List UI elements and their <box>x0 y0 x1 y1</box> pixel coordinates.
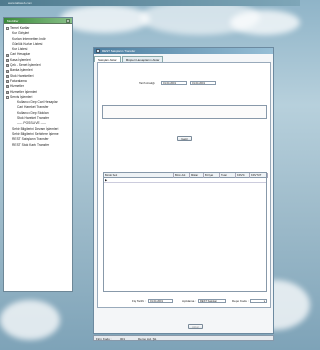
firm-code-label: Firm Kodu : <box>96 337 112 341</box>
firm-name-value: Demo Ltd. Şti. <box>138 337 158 341</box>
tree-item-label: REST Stok Kartı Transfer <box>12 142 50 147</box>
table-row[interactable]: ▶ <box>104 178 266 183</box>
date-to-input[interactable]: 01.04.2019 <box>190 81 216 85</box>
chevron-down-icon: ▾ <box>263 300 265 303</box>
receipt-date-input[interactable]: 01.04.2019 <box>148 299 173 303</box>
expand-icon[interactable]: + <box>6 85 9 89</box>
cloud-decoration <box>0 300 60 340</box>
window-icon <box>96 49 100 53</box>
expand-icon[interactable]: + <box>6 58 9 62</box>
expand-icon[interactable]: + <box>6 74 9 78</box>
firm-code-value: 001 <box>120 337 126 341</box>
warehouse-label: Depo Kodu : <box>232 299 249 303</box>
module-tree: - Temel Kartlar Kur Girişleri Kurları Inter… <box>4 24 72 148</box>
sales-grid[interactable]: Bordo Seri Birim Adı Miktar B.Fiyat Tuta… <box>103 172 268 292</box>
collapse-icon[interactable]: - <box>6 96 9 99</box>
expand-icon[interactable]: + <box>6 80 9 84</box>
tree-item[interactable]: REST Stok Kartı Transfer <box>6 143 71 148</box>
module-tree-panel: Modüller × - Temel Kartlar Kur Girişleri Ku… <box>3 17 73 292</box>
cloud-decoration <box>230 10 300 35</box>
window-title-bar: REST Satışların Transfer <box>94 48 273 54</box>
collapse-icon[interactable]: - <box>6 27 9 31</box>
info-panel <box>102 105 267 119</box>
app-title-bar: www.tabiweb.com <box>0 0 300 6</box>
date-from-input[interactable]: 01.04.2019 <box>161 81 187 85</box>
transfer-window: REST Satışların Transfer Satışları Aktar… <box>93 47 274 334</box>
description-input[interactable]: REST Satışları <box>198 299 226 303</box>
status-bar: Firm Kodu : 001 Demo Ltd. Şti. <box>93 335 274 341</box>
expand-icon[interactable]: + <box>6 64 9 68</box>
module-tree-title: Modüller <box>7 19 19 23</box>
date-range-label: Tarih Aralığı <box>139 81 155 85</box>
app-title: www.tabiweb.com <box>8 1 33 5</box>
cloud-decoration <box>60 5 150 33</box>
expand-icon[interactable]: + <box>6 69 9 73</box>
module-tree-header: Modüller × <box>4 18 72 24</box>
expand-icon[interactable]: + <box>6 53 9 57</box>
warehouse-select[interactable]: ▾ <box>250 299 267 303</box>
row-pointer-icon: ▶ <box>105 178 108 182</box>
receipt-date-label: Fiş Tarihi : <box>132 299 146 303</box>
window-title: REST Satışların Transfer <box>102 49 136 53</box>
expand-icon[interactable]: + <box>6 90 9 94</box>
close-icon[interactable]: × <box>66 19 70 23</box>
tab-content: Tarih Aralığı 01.04.2019 01.04.2019 Geti… <box>97 62 271 308</box>
description-label: Açıklama : <box>182 299 197 303</box>
load-button[interactable]: Getir <box>177 136 192 141</box>
transfer-button[interactable]: Aktar <box>188 324 203 329</box>
